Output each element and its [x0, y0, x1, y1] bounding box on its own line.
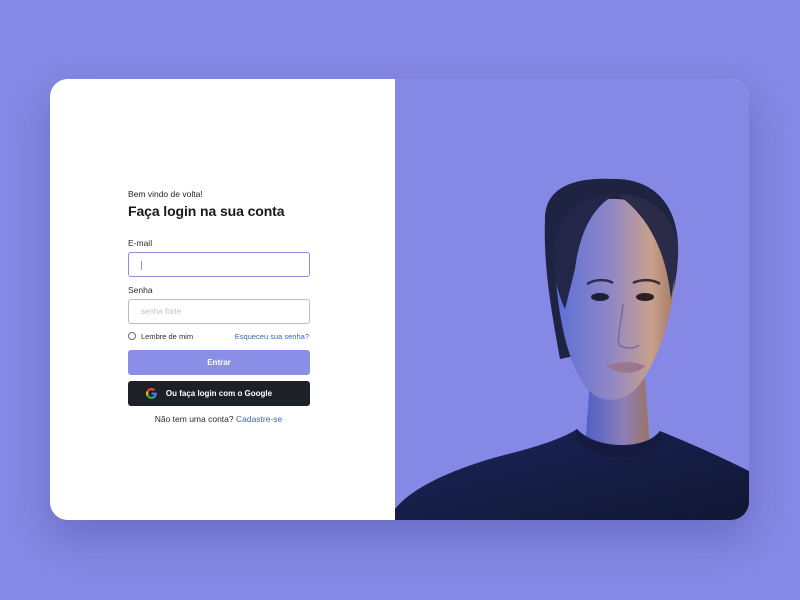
form-panel: Bem vindo de volta! Faça login na sua co… [50, 79, 395, 520]
left-eye-shape [591, 293, 609, 301]
login-card: Bem vindo de volta! Faça login na sua co… [50, 79, 749, 520]
email-field[interactable] [128, 252, 310, 277]
login-button[interactable]: Entrar [128, 350, 310, 375]
google-login-button[interactable]: Ou faça login com o Google [128, 381, 310, 406]
right-eye-shape [636, 293, 654, 301]
password-field[interactable] [128, 299, 310, 324]
google-icon [146, 388, 157, 399]
google-login-label: Ou faça login com o Google [165, 389, 273, 398]
forgot-password-link[interactable]: Esqueceu sua senha? [235, 332, 309, 341]
options-row: Lembre de mim Esqueceu sua senha? [128, 330, 309, 342]
signup-row: Não tem uma conta? Cadastre-se [128, 414, 309, 424]
welcome-text: Bem vindo de volta! [128, 189, 203, 199]
remember-me-radio[interactable] [128, 332, 136, 340]
email-field-wrap [128, 252, 310, 277]
remember-me-label: Lembre de mim [141, 331, 194, 341]
email-label: E-mail [128, 238, 153, 248]
remember-me[interactable]: Lembre de mim [128, 332, 193, 341]
sweater-shape [395, 429, 749, 520]
text-caret [141, 261, 142, 270]
hero-photo [395, 79, 749, 520]
signup-prompt: Não tem uma conta? [154, 414, 234, 424]
login-form: Bem vindo de volta! Faça login na sua co… [128, 189, 310, 424]
portrait-illustration [395, 178, 749, 520]
signup-link[interactable]: Cadastre-se [236, 414, 282, 424]
password-label: Senha [128, 285, 153, 295]
page-title: Faça login na sua conta [128, 203, 285, 219]
